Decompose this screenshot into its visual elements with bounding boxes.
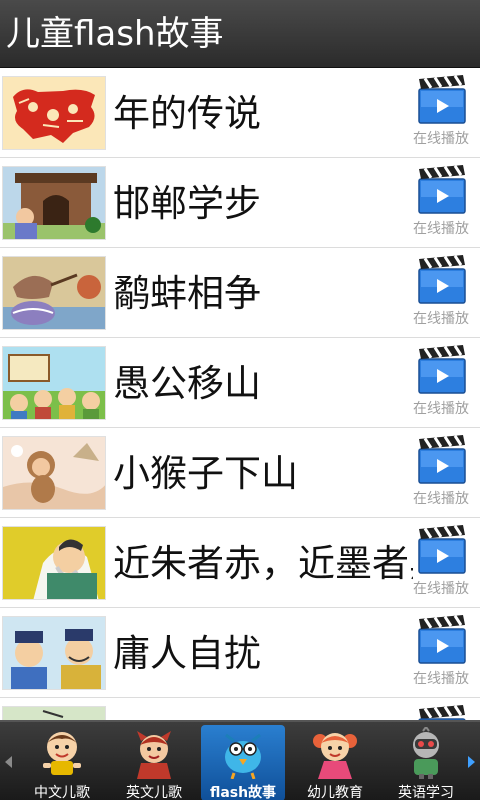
online-play-button[interactable]: 在线播放 — [406, 255, 476, 331]
online-play-button[interactable]: 在线播放 — [406, 75, 476, 151]
online-play-button[interactable]: 在线播放 — [406, 525, 476, 601]
clapperboard-icon — [418, 615, 466, 664]
story-thumbnail — [2, 706, 106, 720]
play-label: 在线播放 — [413, 671, 469, 687]
story-title: 小猴子下山 — [113, 452, 298, 495]
story-title: 愚公移山 — [113, 362, 261, 405]
play-label: 在线播放 — [413, 221, 469, 237]
clapperboard-icon — [418, 165, 466, 214]
cartoon-girl-icon — [313, 733, 357, 779]
cartoon-boy-icon — [43, 732, 81, 775]
tab-label: flash故事 — [209, 785, 277, 800]
clapperboard-icon — [418, 435, 466, 484]
story-item[interactable]: 近朱者赤，近墨者黑 在线播放 — [0, 518, 480, 608]
story-list[interactable]: 年的传说 在线播放 邯郸学步 在线播放 鹬蚌相争 在线播放 愚公移山 在线播放 … — [0, 68, 480, 720]
story-item[interactable]: 庸人自扰 在线播放 — [0, 608, 480, 698]
story-thumbnail — [2, 256, 106, 330]
app-title: 儿童flash故事 — [6, 14, 224, 54]
play-label: 在线播放 — [413, 491, 469, 507]
scroll-left-arrow-icon[interactable] — [2, 754, 14, 770]
tab-label: 英文儿歌 — [126, 785, 182, 800]
story-thumbnail — [2, 526, 106, 600]
story-thumbnail — [2, 346, 106, 420]
online-play-button[interactable]: 在线播放 — [406, 615, 476, 691]
play-label: 在线播放 — [413, 401, 469, 417]
cartoon-bird-icon — [225, 733, 261, 779]
online-play-button[interactable] — [406, 705, 476, 720]
online-play-button[interactable]: 在线播放 — [406, 435, 476, 511]
story-item[interactable]: 小猴子下山 在线播放 — [0, 428, 480, 518]
story-title: 邯郸学步 — [113, 182, 261, 225]
online-play-button[interactable]: 在线播放 — [406, 345, 476, 421]
clapperboard-icon — [418, 525, 466, 574]
clapperboard-icon — [418, 75, 466, 124]
tab-early-education[interactable]: 幼儿教育 — [293, 725, 377, 800]
story-thumbnail — [2, 76, 106, 150]
scroll-right-arrow-icon[interactable] — [466, 754, 478, 770]
play-label: 在线播放 — [413, 131, 469, 147]
bottom-tab-bar: 中文儿歌 英文儿歌 flash故事 幼儿教育 英语学习 — [0, 720, 480, 800]
tab-english-songs[interactable]: 英文儿歌 — [112, 725, 196, 800]
story-item[interactable]: 愚公移山 在线播放 — [0, 338, 480, 428]
story-title: 鹬蚌相争 — [113, 272, 261, 315]
story-title: 近朱者赤，近墨者黑 — [113, 542, 413, 585]
tab-label: 中文儿歌 — [34, 785, 90, 800]
clapperboard-icon — [418, 345, 466, 394]
story-item[interactable]: 年的传说 在线播放 — [0, 68, 480, 158]
title-bar: 儿童flash故事 — [0, 0, 480, 68]
story-thumbnail — [2, 436, 106, 510]
story-title: 年的传说 — [113, 92, 261, 135]
story-item[interactable]: 邯郸学步 在线播放 — [0, 158, 480, 248]
story-thumbnail — [2, 616, 106, 690]
story-thumbnail — [2, 166, 106, 240]
tab-chinese-songs[interactable]: 中文儿歌 — [20, 725, 104, 800]
tab-label: 英语学习 — [398, 785, 454, 800]
tab-flash-stories[interactable]: flash故事 — [201, 725, 285, 800]
clapperboard-icon — [418, 705, 466, 720]
clapperboard-icon — [418, 255, 466, 304]
tab-english-learning[interactable]: 英语学习 — [384, 725, 468, 800]
story-item[interactable] — [0, 698, 480, 720]
play-label: 在线播放 — [413, 311, 469, 327]
story-item[interactable]: 鹬蚌相争 在线播放 — [0, 248, 480, 338]
cartoon-devil-icon — [137, 731, 171, 779]
play-label: 在线播放 — [413, 581, 469, 597]
cartoon-robot-icon — [413, 727, 439, 779]
tab-label: 幼儿教育 — [307, 785, 363, 800]
story-title: 庸人自扰 — [113, 632, 261, 675]
online-play-button[interactable]: 在线播放 — [406, 165, 476, 241]
